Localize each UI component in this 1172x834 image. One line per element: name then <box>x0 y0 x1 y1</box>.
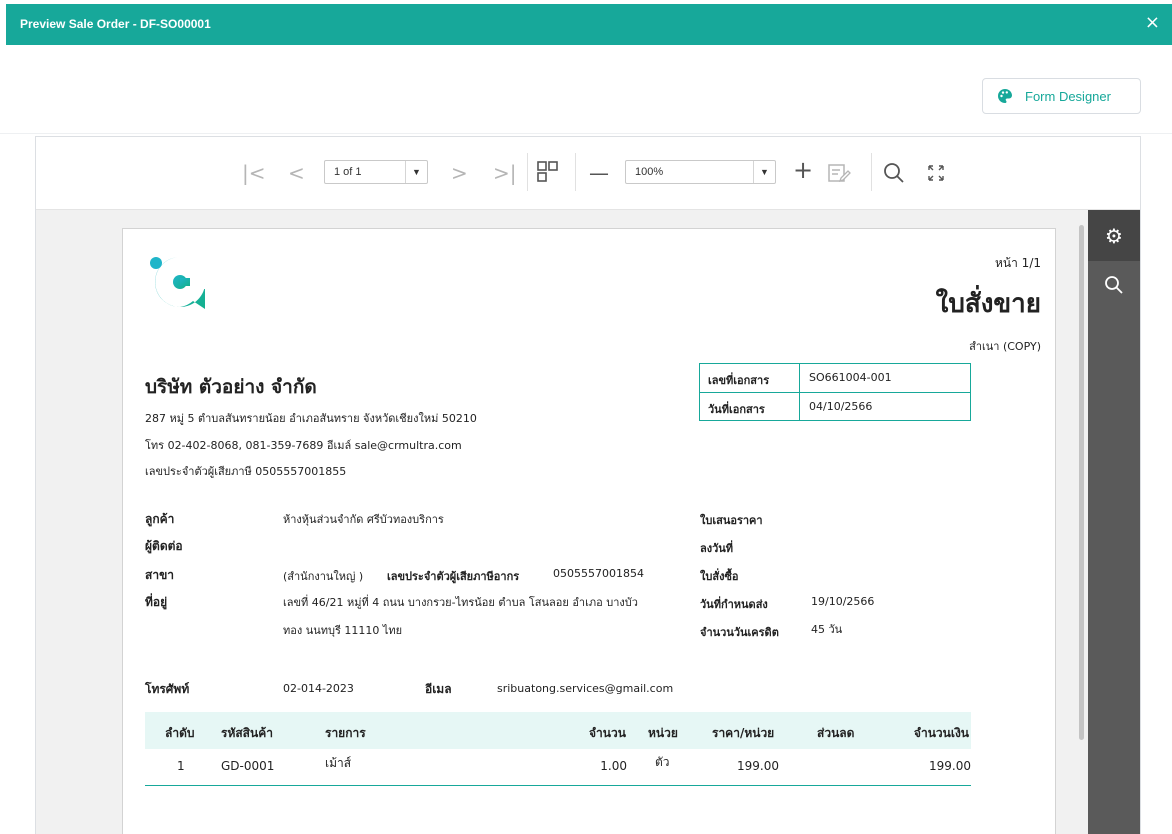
address-line2: ทอง นนทบุรี 11110 ไทย <box>283 624 403 637</box>
side-panel: ⚙ <box>1088 210 1140 834</box>
zoom-select-value: 100% <box>635 166 664 178</box>
row-amount: 199.00 <box>929 759 971 773</box>
email-label: อีเมล <box>425 682 452 696</box>
zoom-select[interactable]: 100% ▼ <box>625 160 776 184</box>
viewer-toolbar: |< < 1 of 1 ▼ > >| — 100% ▼ + <box>36 137 1140 210</box>
document-page: หน้า 1/1 ใบสั่งขาย สำเนา (COPY) บริษัท ต… <box>122 228 1056 834</box>
first-page-icon[interactable]: |< <box>242 162 266 184</box>
row-item: เม้าส์ <box>325 756 352 770</box>
row-code: GD-0001 <box>221 759 275 773</box>
search-icon <box>1105 276 1123 294</box>
doc-no-label: เลขที่เอกสาร <box>700 364 800 392</box>
next-page-icon[interactable]: > <box>451 162 468 184</box>
company-name: บริษัท ตัวอย่าง จำกัด <box>145 376 317 398</box>
col-header-item: รายการ <box>325 726 366 740</box>
chevron-down-icon: ▼ <box>753 161 775 183</box>
tax-label: เลขประจำตัวผู้เสียภาษีอากร <box>387 570 520 583</box>
company-address: 287 หมู่ 5 ตำบลสันทรายน้อย อำเภอสันทราย … <box>145 412 477 425</box>
email-value: sribuatong.services@gmail.com <box>497 682 674 695</box>
doc-no-value: SO661004-001 <box>809 371 892 384</box>
dated-label: ลงวันที่ <box>700 542 734 555</box>
credit-label: จำนวนวันเครดิต <box>700 626 779 639</box>
col-header-amount: จำนวนเงิน <box>913 726 969 740</box>
zoom-out-icon[interactable]: — <box>589 162 609 184</box>
form-designer-button[interactable]: Form Designer <box>982 78 1141 114</box>
row-qty: 1.00 <box>600 759 627 773</box>
col-header-price: ราคา/หน่วย <box>712 726 775 740</box>
items-table-header: ลำดับ รหัสสินค้า รายการ จำนวน หน่วย ราคา… <box>145 712 971 749</box>
doc-date-label: วันที่เอกสาร <box>700 393 800 420</box>
col-header-no: ลำดับ <box>165 726 195 740</box>
document-title: ใบสั่งขาย <box>935 289 1041 319</box>
multi-page-icon[interactable] <box>537 161 559 183</box>
prev-page-icon[interactable]: < <box>288 162 305 184</box>
form-designer-label: Form Designer <box>1025 88 1111 104</box>
col-header-qty: จำนวน <box>589 726 626 740</box>
toolbar-separator <box>527 153 528 191</box>
branch-label: สาขา <box>145 568 175 582</box>
customer-value: ห้างหุ้นส่วนจำกัด ศรีบัวทองบริการ <box>283 513 444 526</box>
toolbar-separator <box>871 153 872 191</box>
doc-no-row: เลขที่เอกสาร SO661004-001 <box>700 364 970 392</box>
row-no: 1 <box>177 759 185 773</box>
doc-date-value: 04/10/2566 <box>809 400 873 413</box>
contact-label: ผู้ติดต่อ <box>145 539 183 553</box>
due-date-label: วันที่กำหนดส่ง <box>700 598 768 611</box>
page-select[interactable]: 1 of 1 ▼ <box>324 160 428 184</box>
last-page-icon[interactable]: >| <box>493 162 517 184</box>
fullscreen-icon[interactable] <box>927 164 945 182</box>
company-logo <box>150 257 206 309</box>
divider <box>0 133 1172 134</box>
due-date-value: 19/10/2566 <box>811 595 875 608</box>
col-header-discount: ส่วนลด <box>817 726 855 740</box>
document-info-box: เลขที่เอกสาร SO661004-001 วันที่เอกสาร 0… <box>699 363 971 421</box>
settings-icon[interactable]: ⚙ <box>1088 210 1140 261</box>
side-search-icon[interactable] <box>1088 261 1140 309</box>
phone-label: โทรศัพท์ <box>145 682 190 696</box>
copy-label: สำเนา (COPY) <box>969 340 1041 353</box>
company-contact: โทร 02-402-8068, 081-359-7689 อีเมล์ sal… <box>145 439 462 452</box>
toolbar-separator <box>575 153 576 191</box>
quotation-label: ใบเสนอราคา <box>700 514 763 527</box>
row-unit: ตัว <box>655 755 670 769</box>
vertical-scrollbar[interactable] <box>1079 225 1084 740</box>
palette-icon <box>998 89 1012 103</box>
address-label: ที่อยู่ <box>145 595 168 609</box>
company-tax-id: เลขประจำตัวผู้เสียภาษี 0505557001855 <box>145 465 347 478</box>
close-icon[interactable]: × <box>1145 13 1160 33</box>
po-label: ใบสั่งซื้อ <box>700 570 739 583</box>
col-header-code: รหัสสินค้า <box>221 726 273 740</box>
dialog-title: Preview Sale Order - DF-SO00001 <box>20 17 211 31</box>
edit-icon[interactable] <box>827 162 851 184</box>
address-line1: เลขที่ 46/21 หมู่ที่ 4 ถนน บางกรวย-ไทรน้… <box>283 596 638 609</box>
page-number: หน้า 1/1 <box>995 256 1041 270</box>
chevron-down-icon: ▼ <box>405 161 427 183</box>
col-header-unit: หน่วย <box>648 726 678 740</box>
row-price: 199.00 <box>737 759 779 773</box>
dialog-titlebar: Preview Sale Order - DF-SO00001 × <box>6 4 1172 45</box>
branch-value: (สำนักงานใหญ่ ) <box>283 570 364 583</box>
page-select-value: 1 of 1 <box>334 166 362 178</box>
doc-date-row: วันที่เอกสาร 04/10/2566 <box>700 392 970 420</box>
search-icon[interactable] <box>883 162 905 184</box>
credit-value: 45 วัน <box>811 623 843 636</box>
report-viewer: |< < 1 of 1 ▼ > >| — 100% ▼ + หน้า 1/1 ใ… <box>35 136 1141 834</box>
zoom-in-icon[interactable]: + <box>793 158 813 182</box>
customer-label: ลูกค้า <box>145 512 175 526</box>
tax-value: 0505557001854 <box>553 567 644 580</box>
table-bottom-line <box>145 785 971 786</box>
phone-value: 02-014-2023 <box>283 682 354 695</box>
